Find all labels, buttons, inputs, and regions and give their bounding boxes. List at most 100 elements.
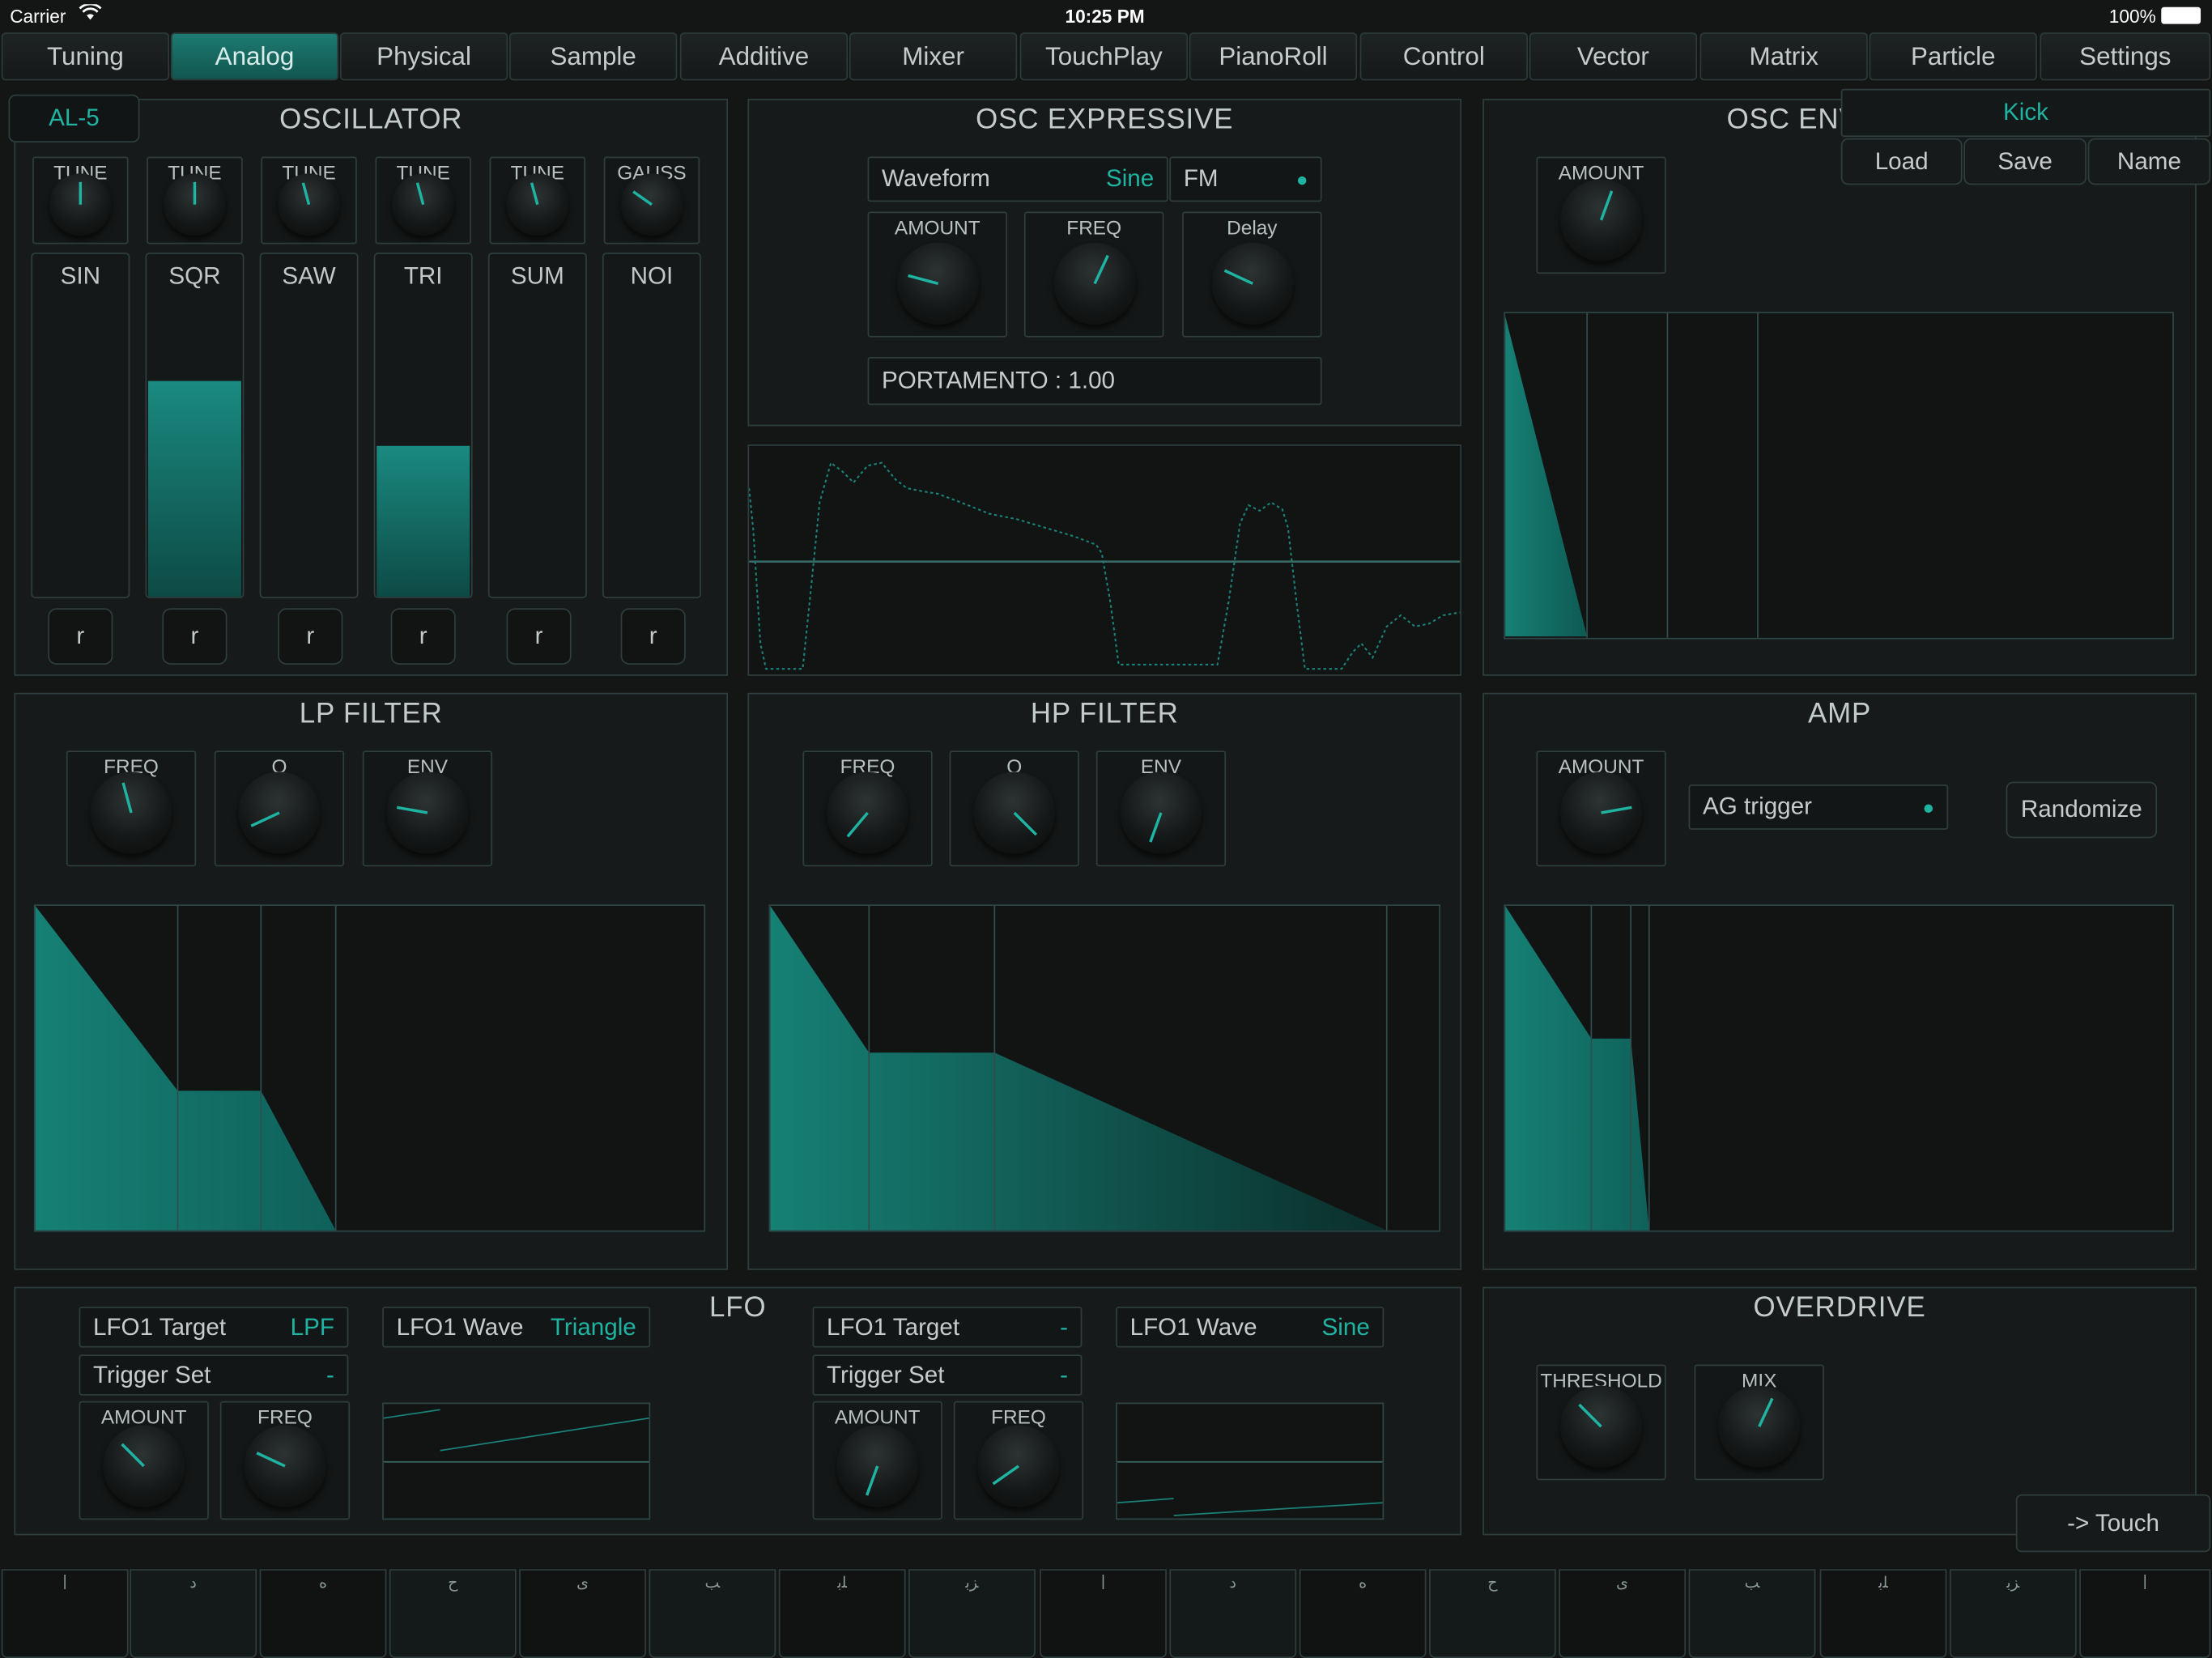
tab-sample[interactable]: Sample — [508, 32, 678, 81]
reset-button-noi[interactable]: r — [620, 608, 686, 665]
mix-knob[interactable]: MIX — [1694, 1364, 1824, 1481]
piano-key[interactable]: ﻠﺑ — [778, 1569, 906, 1658]
ag-trigger-toggle[interactable]: AG trigger — [1688, 784, 1949, 830]
tune-knob-4[interactable]: TUNE — [375, 156, 471, 244]
lp-freq-knob[interactable]: FREQ — [66, 750, 197, 867]
piano-key[interactable]: ﺩ — [130, 1569, 257, 1658]
piano-key[interactable]: ﻩ — [259, 1569, 387, 1658]
tab-settings[interactable]: Settings — [2040, 32, 2211, 81]
fm-delay-knob[interactable]: Delay — [1182, 211, 1322, 338]
slider-sin[interactable]: SIN — [31, 252, 130, 599]
waveform-selector[interactable]: Waveform Sine — [867, 156, 1168, 202]
lfo2-wave-selector[interactable]: LFO1 Wave Sine — [1116, 1306, 1385, 1348]
osc-env-amount-knob[interactable]: AMOUNT — [1536, 156, 1666, 274]
lfo1-target-selector[interactable]: LFO1 Target LPF — [79, 1306, 349, 1348]
hp-env-curve — [770, 905, 1388, 1231]
key-label: ﺩ — [1229, 1575, 1237, 1592]
reset-button-tri[interactable]: r — [390, 608, 456, 665]
piano-key[interactable]: ﻠﺑ — [1819, 1569, 1947, 1658]
reset-button-sqr[interactable]: r — [162, 608, 228, 665]
piano-key[interactable]: | — [1, 1569, 129, 1658]
lfo2-freq-knob[interactable]: FREQ — [953, 1401, 1084, 1520]
tab-physical[interactable]: Physical — [339, 32, 508, 81]
piano-key[interactable]: ﺩ — [1169, 1569, 1297, 1658]
piano-key[interactable]: | — [2079, 1569, 2211, 1658]
hp-q-knob[interactable]: Q — [949, 750, 1079, 867]
preset-name-field[interactable]: Kick — [1840, 88, 2211, 138]
lfo1-amount-knob[interactable]: AMOUNT — [79, 1401, 209, 1520]
key-label: ﻩ — [1359, 1575, 1368, 1592]
tab-tuning[interactable]: Tuning — [1, 32, 170, 81]
load-button[interactable]: Load — [1840, 138, 1963, 185]
amp-amount-knob[interactable]: AMOUNT — [1536, 750, 1666, 867]
piano-key[interactable]: ﻩ — [1299, 1569, 1427, 1658]
tab-analog[interactable]: Analog — [170, 32, 339, 81]
tab-additive[interactable]: Additive — [679, 32, 849, 81]
portamento-field[interactable]: PORTAMENTO : 1.00 — [867, 356, 1322, 406]
piano-key[interactable]: ﺡ — [1428, 1569, 1556, 1658]
lfo2-target-selector[interactable]: LFO1 Target - — [812, 1306, 1083, 1348]
tune-knob-5[interactable]: TUNE — [489, 156, 586, 244]
fm-toggle[interactable]: FM — [1169, 156, 1322, 202]
randomize-button[interactable]: Randomize — [2006, 781, 2158, 839]
reset-button-sin[interactable]: r — [48, 608, 113, 665]
lp-q-knob[interactable]: Q — [214, 750, 345, 867]
lfo1-freq-knob[interactable]: FREQ — [219, 1401, 351, 1520]
slider-sum[interactable]: SUM — [487, 252, 587, 599]
lfo2-amount-knob[interactable]: AMOUNT — [812, 1401, 942, 1520]
lfo2-wave-label: LFO1 Wave — [1129, 1313, 1257, 1341]
model-selector[interactable]: AL-5 — [8, 94, 140, 143]
knob-dial — [164, 173, 226, 236]
tune-knob-3[interactable]: TUNE — [261, 156, 357, 244]
slider-sqr[interactable]: SQR — [145, 252, 245, 599]
lp-filter-title: LP FILTER — [299, 698, 443, 730]
lfo2-trigger-selector[interactable]: Trigger Set - — [812, 1354, 1083, 1396]
piano-key[interactable]: ﺡ — [389, 1569, 517, 1658]
piano-key[interactable]: ﺰﺑ — [908, 1569, 1036, 1658]
tab-touchplay[interactable]: TouchPlay — [1019, 32, 1189, 81]
reset-button-saw[interactable]: r — [278, 608, 343, 665]
hp-filter-title: HP FILTER — [1030, 698, 1179, 730]
key-label: ﻠﺑ — [1878, 1575, 1888, 1592]
lfo1-wave-selector[interactable]: LFO1 Wave Triangle — [382, 1306, 651, 1348]
tab-mixer[interactable]: Mixer — [849, 32, 1018, 81]
knob-dial — [244, 1425, 326, 1507]
tab-control[interactable]: Control — [1359, 32, 1528, 81]
piano-key[interactable]: ﺐ — [1688, 1569, 1816, 1658]
lfo1-wave-label: LFO1 Wave — [396, 1313, 524, 1341]
piano-key[interactable]: | — [1040, 1569, 1167, 1658]
slider-noi[interactable]: NOI — [602, 252, 701, 599]
piano-key[interactable]: ﺰﺑ — [1949, 1569, 2077, 1658]
knob-dial — [506, 173, 569, 236]
key-label: ﺐ — [1744, 1575, 1760, 1592]
fm-amount-knob[interactable]: AMOUNT — [867, 211, 1008, 338]
tune-knob-2[interactable]: TUNE — [147, 156, 243, 244]
hp-freq-knob[interactable]: FREQ — [802, 750, 933, 867]
slider-saw[interactable]: SAW — [259, 252, 359, 599]
tune-knob-1[interactable]: TUNE — [32, 156, 129, 244]
amp-env-graph[interactable] — [1504, 904, 2174, 1232]
touch-button[interactable]: -> Touch — [2015, 1494, 2211, 1553]
hp-env-graph[interactable] — [768, 904, 1440, 1232]
piano-key[interactable]: ﺐ — [649, 1569, 776, 1658]
tab-matrix[interactable]: Matrix — [1699, 32, 1868, 81]
save-button[interactable]: Save — [1963, 138, 2087, 185]
piano-key[interactable]: ﯼ — [519, 1569, 646, 1658]
hp-env-knob[interactable]: ENV — [1095, 750, 1227, 867]
key-label: ﯼ — [1616, 1575, 1629, 1592]
piano-key[interactable]: ﯼ — [1559, 1569, 1687, 1658]
reset-button-sum[interactable]: r — [506, 608, 572, 665]
slider-tri[interactable]: TRI — [373, 252, 473, 599]
lp-env-knob[interactable]: ENV — [362, 750, 493, 867]
threshold-knob[interactable]: THRESHOLD — [1536, 1364, 1666, 1481]
gauss-knob[interactable]: GAUSS — [603, 156, 700, 244]
tab-particle[interactable]: Particle — [1869, 32, 2037, 81]
overdrive-title: OVERDRIVE — [1753, 1292, 1926, 1324]
tab-pianoroll[interactable]: PianoRoll — [1189, 32, 1358, 81]
lfo1-trigger-selector[interactable]: Trigger Set - — [79, 1354, 349, 1396]
lp-env-graph[interactable] — [33, 904, 706, 1232]
fm-freq-knob[interactable]: FREQ — [1023, 211, 1164, 338]
rename-button[interactable]: Name — [2087, 138, 2211, 185]
tab-vector[interactable]: Vector — [1529, 32, 1698, 81]
osc-env-graph[interactable] — [1504, 312, 2174, 640]
